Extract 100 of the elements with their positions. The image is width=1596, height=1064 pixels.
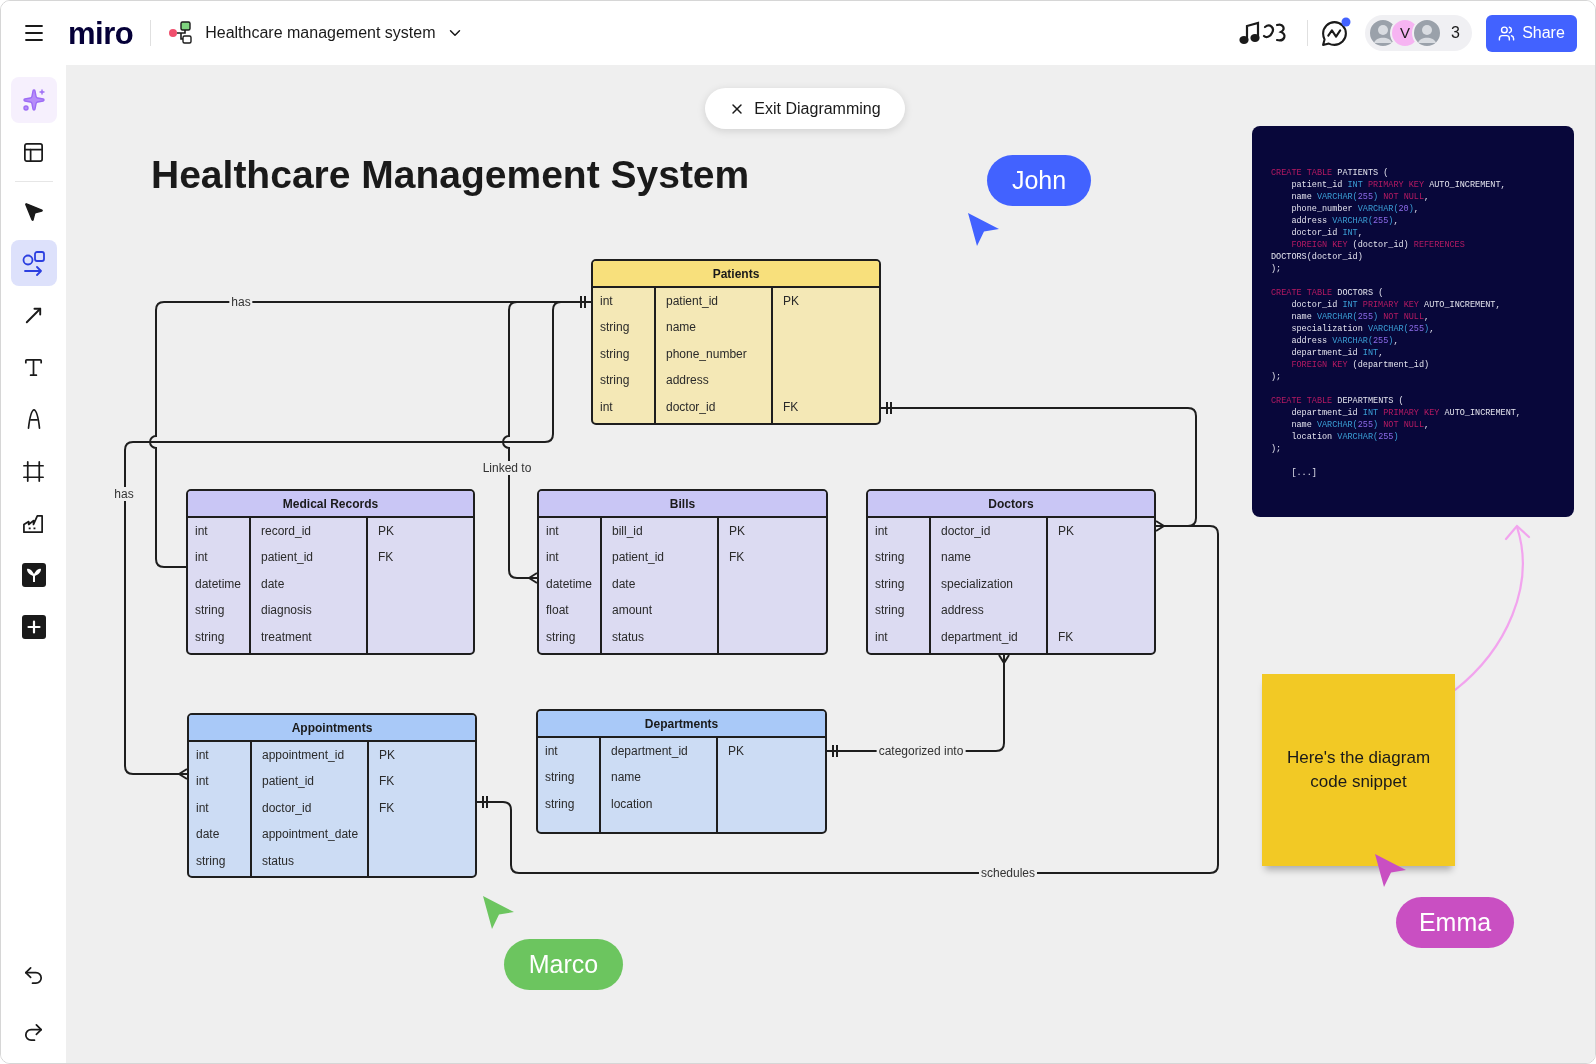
code-line: address VARCHAR(255),: [1291, 335, 1399, 347]
code-line: DOCTORS(doctor_id): [1271, 251, 1363, 263]
table-cell: date: [261, 576, 285, 592]
code-line: department_id INT PRIMARY KEY AUTO_INCREMENT,: [1291, 407, 1521, 419]
cursor-icon: [1374, 853, 1407, 888]
table-cell: phone_number: [666, 346, 747, 362]
collaborator-count: 3: [1451, 23, 1460, 43]
table-cell: string: [195, 629, 225, 645]
table-cell: patient_id: [261, 550, 314, 566]
code-line: address VARCHAR(255),: [1291, 215, 1399, 227]
table-cell: treatment: [261, 629, 312, 645]
connector-label: has: [229, 295, 253, 309]
table-cell: bill_id: [612, 523, 643, 539]
table-cell: doctor_id: [666, 399, 716, 415]
table-cell: string: [600, 373, 630, 389]
table-cell: location: [611, 796, 653, 812]
table-cell: department_id: [611, 743, 688, 759]
notification-dot-icon: [1341, 16, 1352, 27]
code-line: doctor_id INT,: [1291, 227, 1363, 239]
code-line: FOREIGN KEY (department_id): [1291, 359, 1430, 371]
connector-label: Linked to: [480, 461, 534, 475]
code-line: doctor_id INT PRIMARY KEY AUTO_INCREMENT,: [1291, 299, 1501, 311]
table-cell: name: [941, 550, 972, 566]
table-cell: FK: [729, 550, 745, 566]
exit-diagramming-button[interactable]: Exit Diagramming: [705, 88, 905, 129]
table-cell: float: [546, 603, 569, 619]
code-line: CREATE TABLE PATIENTS (: [1271, 167, 1389, 179]
table-cell: int: [195, 550, 208, 566]
connector-label: has: [112, 487, 136, 501]
table-cell: PK: [729, 523, 745, 539]
table-cell: name: [666, 320, 697, 336]
table-cell: PK: [728, 743, 744, 759]
table-cell: PK: [379, 747, 395, 763]
table-cell: patient_id: [612, 550, 665, 566]
cursor-icon: [482, 895, 515, 930]
table-cell: int: [600, 399, 613, 415]
frame-icon: [22, 459, 45, 483]
table-cell: int: [600, 293, 613, 309]
layout-icon: [22, 140, 45, 164]
code-line: );: [1271, 371, 1282, 383]
table-cell: string: [195, 603, 225, 619]
table-cell: datetime: [546, 576, 593, 592]
miro-logo[interactable]: miro: [68, 17, 134, 49]
connector-label: categorized into: [876, 744, 966, 758]
cursor-label: Emma: [1396, 897, 1514, 948]
table-cell: patient_id: [262, 774, 315, 790]
avatar-group[interactable]: V 3: [1365, 15, 1472, 51]
table-cell: status: [262, 853, 294, 869]
avatar-placeholder: [1412, 18, 1443, 48]
table-cell: int: [196, 800, 209, 816]
table-cell: amount: [612, 603, 653, 619]
table-cell: status: [612, 629, 644, 645]
table-cell: int: [546, 523, 559, 539]
table-cell: date: [196, 827, 220, 843]
code-line: department_id INT,: [1291, 347, 1384, 359]
share-button[interactable]: Share: [1486, 14, 1577, 52]
table-cell: diagnosis: [261, 603, 312, 619]
table-cell: int: [196, 774, 209, 790]
table-cell: doctor_id: [941, 523, 991, 539]
board-title[interactable]: Healthcare management system: [205, 21, 436, 45]
table-cell: string: [546, 629, 576, 645]
table-header: Bills: [539, 491, 826, 518]
table-cell: int: [546, 550, 559, 566]
code-line: name VARCHAR(255) NOT NULL,: [1291, 191, 1430, 203]
cursor-label: John: [987, 155, 1091, 206]
table-cell: string: [196, 853, 226, 869]
table-cell: PK: [1058, 523, 1074, 539]
table-header: Departments: [538, 711, 825, 738]
code-line: FOREIGN KEY (doctor_id) REFERENCES: [1291, 239, 1465, 251]
plus-icon: [21, 615, 46, 639]
table-cell: int: [196, 747, 209, 763]
code-line: CREATE TABLE DOCTORS (: [1271, 287, 1384, 299]
code-line: CREATE TABLE DEPARTMENTS (: [1271, 395, 1404, 407]
code-line: location VARCHAR(255): [1291, 431, 1399, 443]
connector-label: schedules: [979, 866, 1037, 880]
sparkles-icon: [21, 88, 46, 112]
table-cell: FK: [379, 774, 395, 790]
diagram-title: Healthcare Management System: [151, 152, 750, 198]
sticky-note: Here's the diagram code snippet: [1262, 674, 1455, 866]
diagram-icon: [168, 20, 195, 46]
table-cell: datetime: [195, 576, 242, 592]
table-cell: doctor_id: [262, 800, 312, 816]
table-cell: address: [941, 603, 984, 619]
table-cell: string: [545, 770, 575, 786]
table-cell: string: [600, 346, 630, 362]
table-cell: int: [875, 523, 888, 539]
chat-icon[interactable]: [1320, 18, 1350, 48]
shapes-icon: [20, 250, 47, 276]
table-cell: string: [875, 576, 905, 592]
users-icon: [1498, 24, 1516, 42]
code-line: patient_id INT PRIMARY KEY AUTO_INCREMENT,: [1291, 179, 1506, 191]
table-cell: name: [611, 770, 642, 786]
cursor-label: Marco: [504, 939, 623, 990]
table-cell: specialization: [941, 576, 1014, 592]
table-cell: PK: [783, 293, 799, 309]
cursor-icon: [967, 212, 1000, 247]
table-cell: record_id: [261, 523, 312, 539]
tool-button[interactable]: [10, 240, 57, 286]
table-cell: string: [875, 550, 905, 566]
table-header: Doctors: [868, 491, 1154, 518]
